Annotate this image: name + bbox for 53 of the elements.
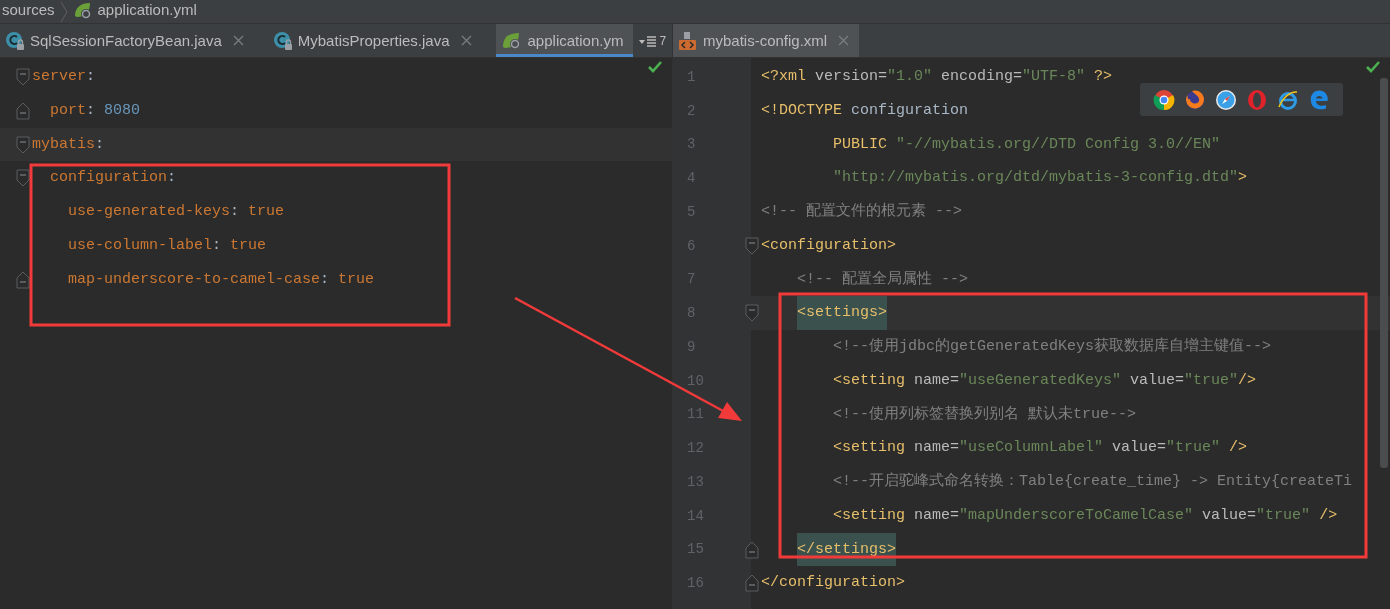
check-icon <box>1366 61 1380 73</box>
code-text: <configuration> <box>761 235 897 256</box>
browser-icon[interactable] <box>1277 88 1300 111</box>
code-text: use-generated-keys: true <box>67 202 285 222</box>
browser-icon[interactable] <box>1214 88 1237 111</box>
fold-icon[interactable] <box>745 574 759 593</box>
code-text: </configuration> <box>761 573 906 594</box>
code-text: PUBLIC "-//mybatis.org//DTD Config 3.0//EN" <box>832 134 1221 155</box>
code-text: <setting name="useColumnLabel" value="true" /> <box>832 438 1248 459</box>
editor-tab[interactable]: SqlSessionFactoryBean.java <box>0 24 254 57</box>
code-text: <!-- 配置全局属性 --> <box>796 269 969 290</box>
chevron-icon <box>59 2 68 22</box>
xml-file-icon <box>678 30 698 51</box>
code-text: server: <box>32 67 96 87</box>
code-text: <setting name="mapUnderscoreToCamelCase" value="true" /> <box>832 505 1338 526</box>
breadcrumb-item[interactable]: sources <box>2 2 55 17</box>
code-text: <!DOCTYPE configuration <box>761 100 969 121</box>
fold-icon[interactable] <box>16 169 30 188</box>
code-text: mybatis: <box>32 134 105 155</box>
list-icon <box>639 34 658 47</box>
fold-icon[interactable] <box>16 135 30 154</box>
class-file-icon <box>5 30 25 51</box>
close-icon[interactable] <box>838 35 850 46</box>
code-text: <!--使用列标签替换列别名 默认未true--> <box>832 404 1137 425</box>
code-text: <!--开启驼峰式命名转换：Table{create_time} -> Entity{createTi <box>832 471 1353 492</box>
fold-icon[interactable] <box>745 236 759 255</box>
fold-icon[interactable] <box>745 540 759 559</box>
tab-overflow-button[interactable]: 7 <box>633 24 673 57</box>
code-text: use-column-label: true <box>67 235 267 256</box>
fold-icon[interactable] <box>16 101 30 120</box>
close-icon[interactable] <box>232 35 244 46</box>
editor-tab[interactable]: MybatisProperties.java <box>267 24 482 57</box>
leaf-file-icon <box>500 30 523 51</box>
code-text: <setting name="useGeneratedKeys" value="true"/> <box>832 370 1257 391</box>
breadcrumb-item[interactable]: application.yml <box>97 2 197 17</box>
check-icon <box>648 61 662 73</box>
editor-tab[interactable]: mybatis-config.xml <box>673 24 860 57</box>
code-text: <!--使用jdbc的getGeneratedKeys获取数据库自增主键值--> <box>832 336 1272 357</box>
close-icon[interactable] <box>460 35 472 46</box>
code-text: "http://mybatis.org/dtd/mybatis-3-config.dtd"> <box>832 168 1248 189</box>
scrollbar-thumb[interactable] <box>1380 78 1388 468</box>
code-text: <!-- 配置文件的根元素 --> <box>761 201 962 222</box>
fold-icon[interactable] <box>16 270 30 289</box>
browser-icon[interactable] <box>1183 88 1206 111</box>
code-text: map-underscore-to-camel-case: true <box>67 269 375 290</box>
browser-icon[interactable] <box>1152 88 1175 111</box>
code-text: <?xml version="1.0" encoding="UTF-8" ?> <box>761 67 1113 87</box>
code-text: configuration: <box>49 168 177 189</box>
fold-icon[interactable] <box>745 304 759 323</box>
class-file-icon <box>272 30 293 51</box>
editor-tab[interactable]: application.ym <box>495 24 634 57</box>
code-text: port: 8080 <box>49 100 141 121</box>
fold-icon[interactable] <box>16 68 30 86</box>
